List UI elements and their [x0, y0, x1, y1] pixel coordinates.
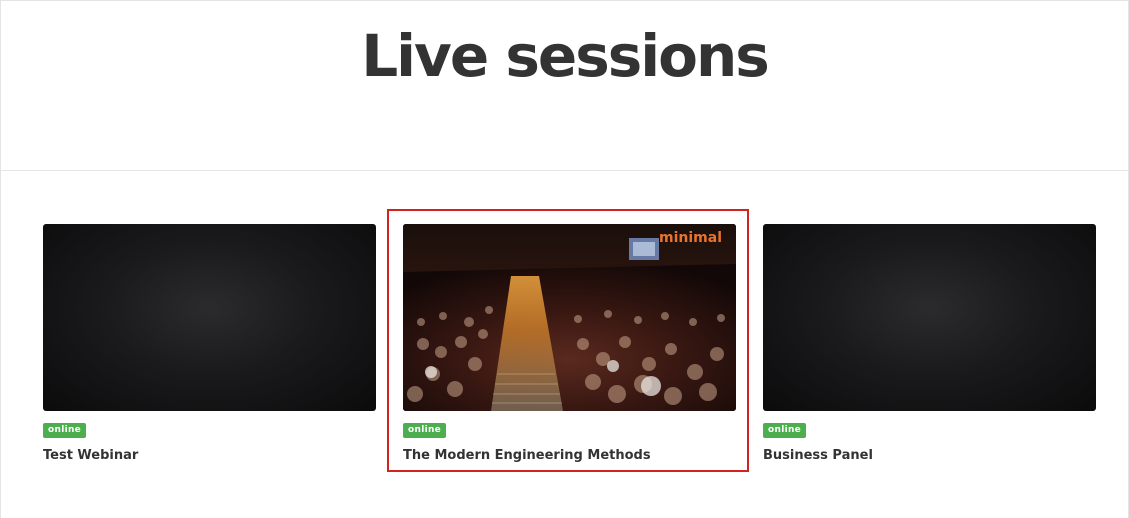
- live-sessions-page: Live sessions online Test Webinar minima…: [0, 0, 1129, 518]
- session-title[interactable]: Test Webinar: [43, 447, 376, 464]
- session-thumbnail[interactable]: [763, 224, 1096, 411]
- sessions-grid: online Test Webinar minimal online The M…: [1, 171, 1128, 518]
- session-card-modern-engineering[interactable]: minimal online The Modern Engineering Me…: [403, 224, 736, 464]
- session-card-business-panel[interactable]: online Business Panel: [763, 224, 1096, 464]
- page-title: Live sessions: [361, 22, 770, 90]
- status-badge: online: [43, 423, 87, 438]
- session-title[interactable]: The Modern Engineering Methods: [403, 447, 736, 464]
- session-thumbnail[interactable]: [43, 224, 376, 411]
- session-card-test-webinar[interactable]: online Test Webinar: [43, 224, 376, 464]
- auditorium-photo: minimal: [403, 224, 736, 411]
- status-badge: online: [763, 423, 807, 438]
- session-thumbnail[interactable]: minimal: [403, 224, 736, 411]
- status-badge: online: [403, 423, 447, 438]
- minimal-logo: minimal: [659, 230, 722, 246]
- page-header: Live sessions: [1, 1, 1128, 171]
- session-title[interactable]: Business Panel: [763, 447, 1096, 464]
